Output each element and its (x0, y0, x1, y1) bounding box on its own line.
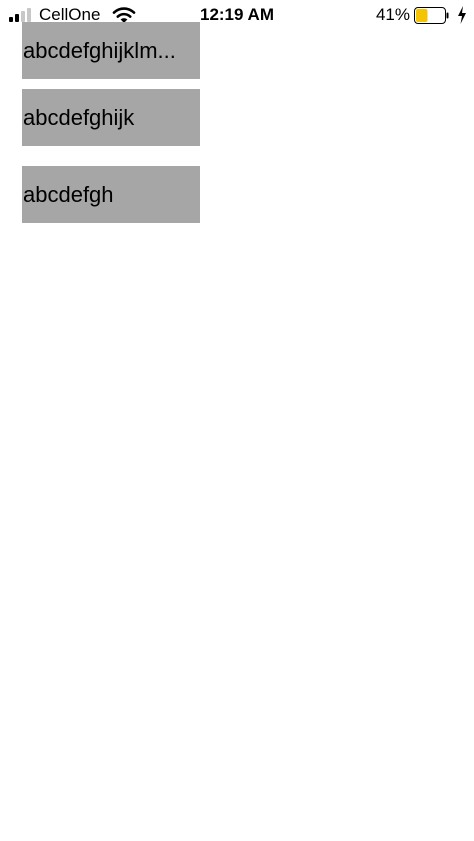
battery-icon (414, 7, 449, 24)
label-2: abcdefghijk (22, 89, 200, 146)
charging-bolt-icon (458, 6, 466, 24)
label-3: abcdefgh (22, 166, 200, 223)
truncated-label-1: abcdefghijklm... (22, 22, 200, 79)
battery-percentage: 41% (375, 5, 410, 24)
